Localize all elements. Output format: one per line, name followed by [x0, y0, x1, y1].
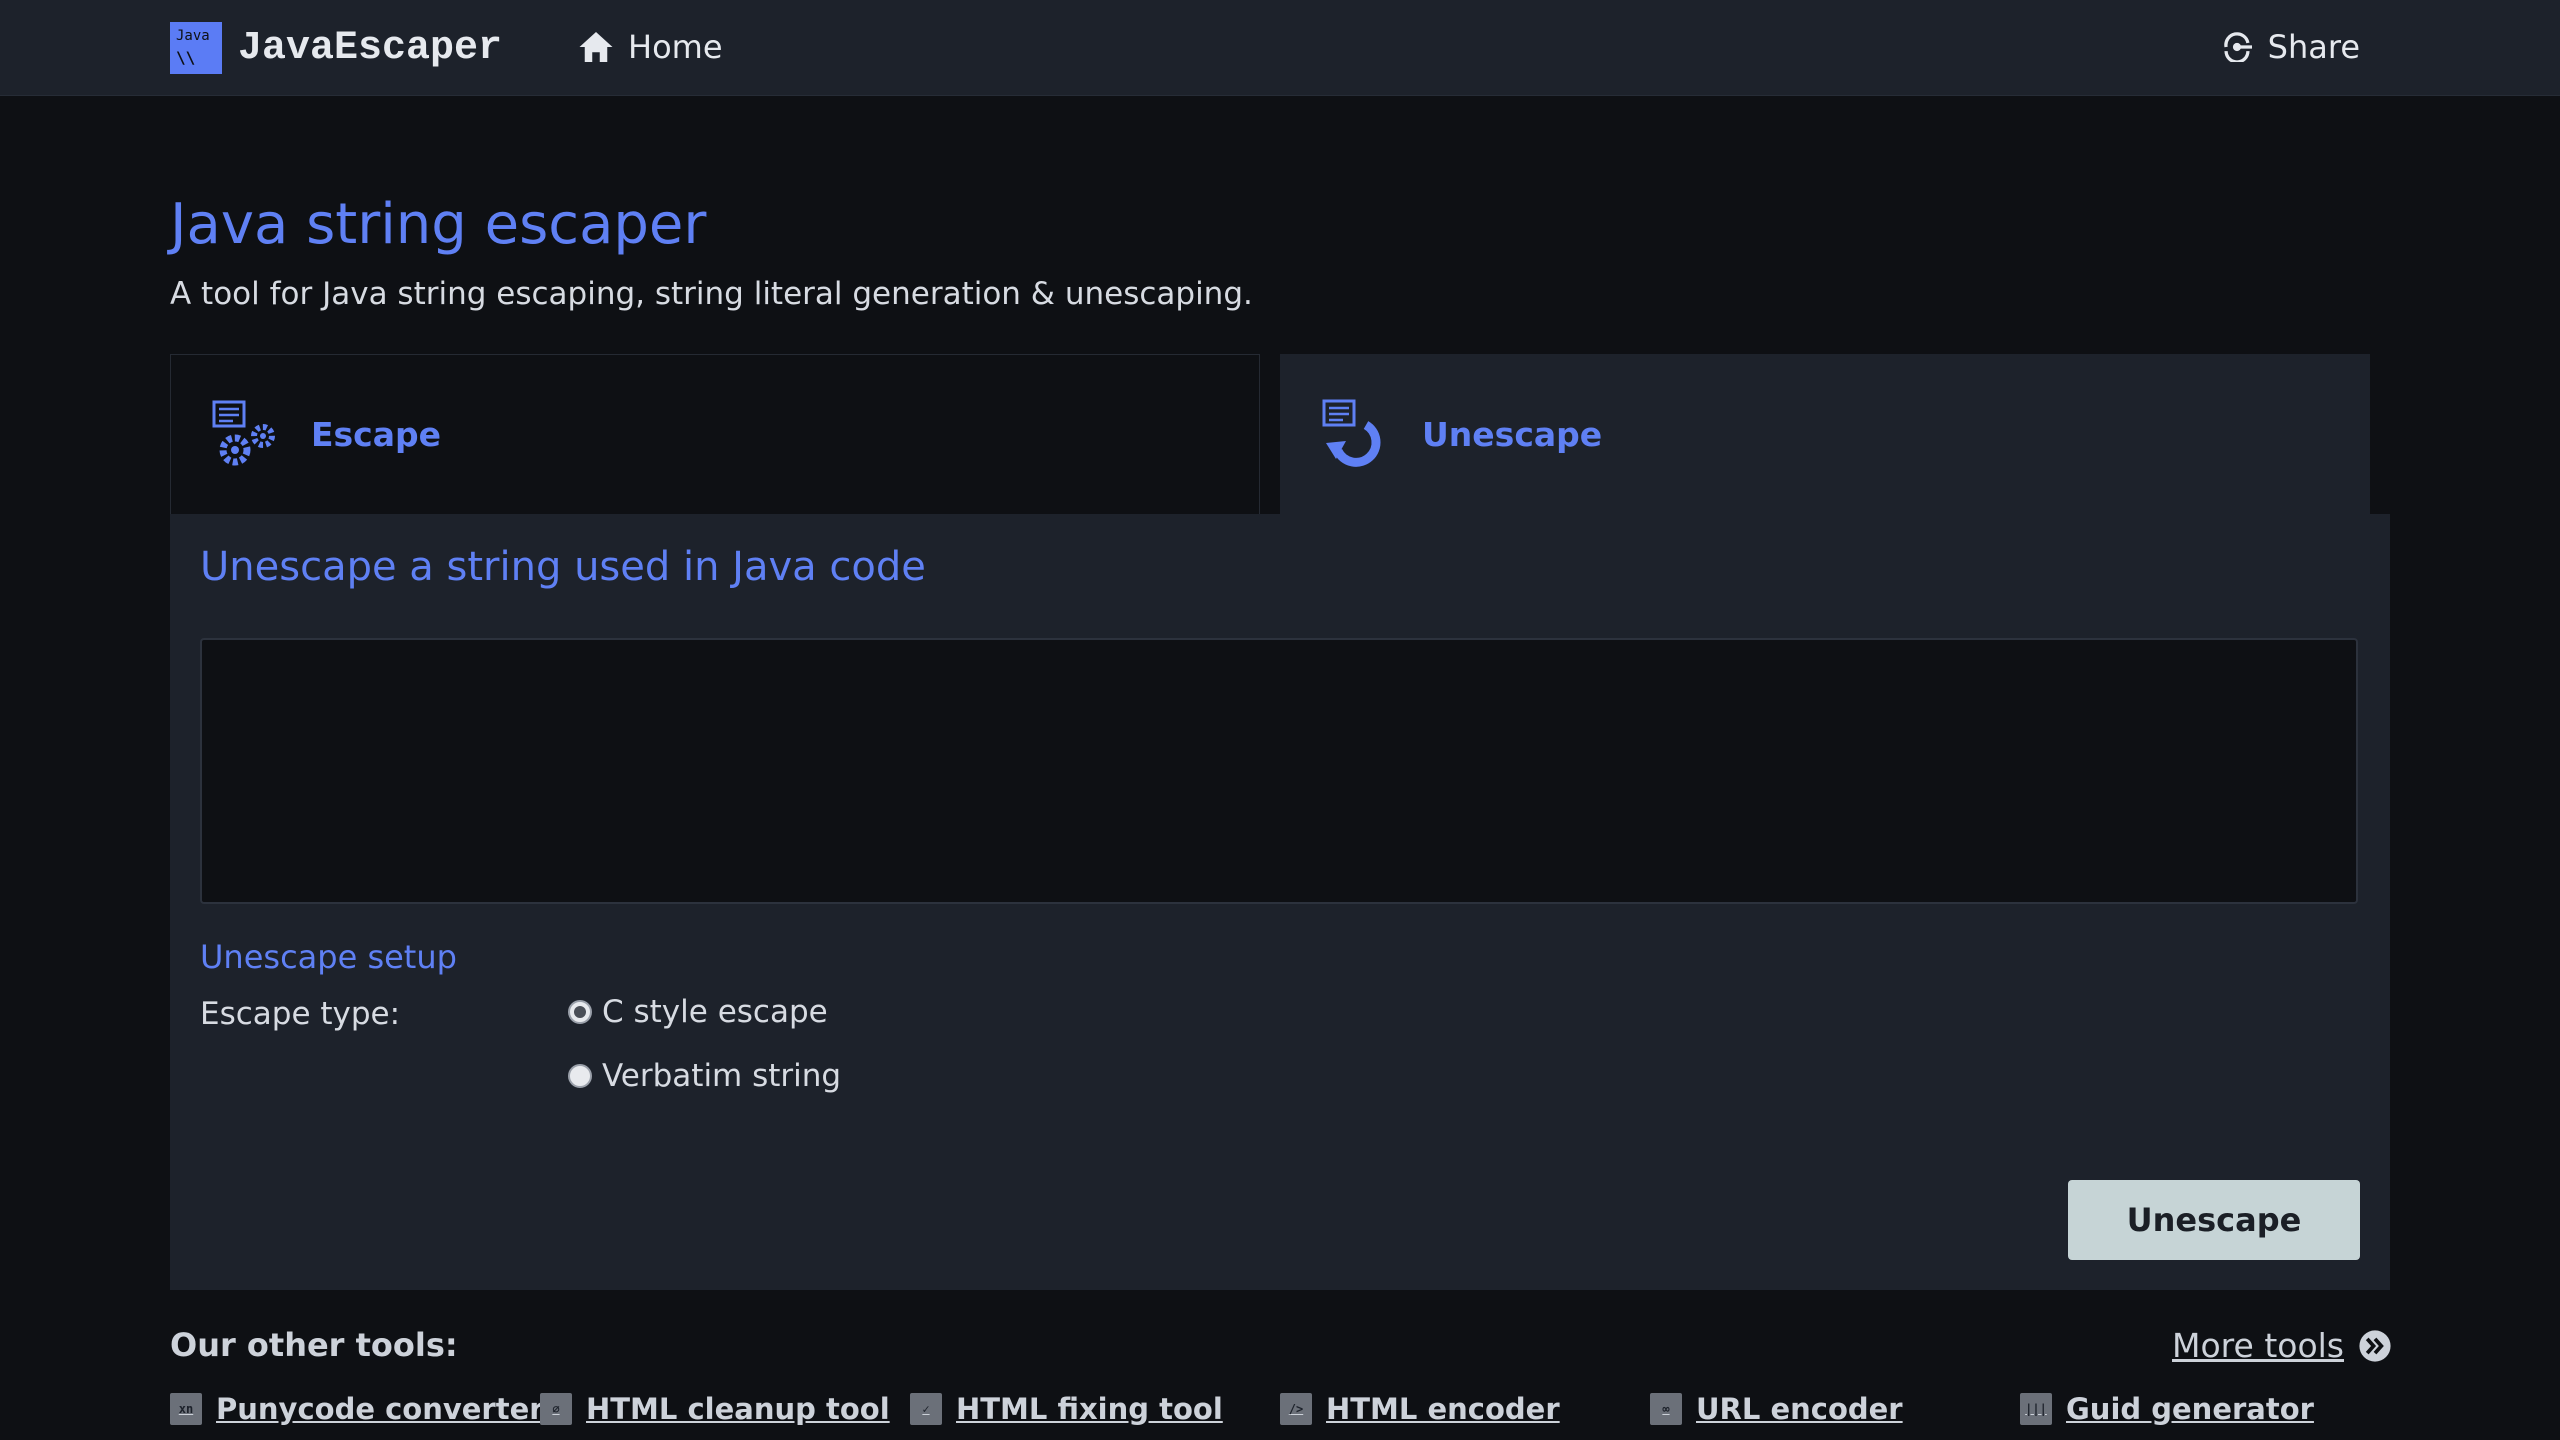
radio-verbatim-label: Verbatim string [602, 1058, 842, 1094]
brand-name: JavaEscaper [238, 25, 503, 71]
html-cleanup-icon: ⌀ [540, 1393, 572, 1425]
top-navbar: Java \\ JavaEscaper Home Share [0, 0, 2560, 96]
unescape-input[interactable] [200, 638, 2358, 904]
radio-c-style-escape[interactable]: C style escape [568, 994, 828, 1030]
page-subtitle: A tool for Java string escaping, string … [170, 276, 1253, 312]
tool-link-html-cleanup[interactable]: ⌀ HTML cleanup tool [540, 1392, 890, 1426]
java-logo-icon: Java \\ [170, 22, 222, 74]
share-label: Share [2267, 28, 2360, 66]
more-tools-label: More tools [2172, 1326, 2344, 1365]
punycode-icon: xn [170, 1393, 202, 1425]
tool-link-html-encoder[interactable]: /> HTML encoder [1280, 1392, 1560, 1426]
other-tools-title: Our other tools: [170, 1326, 458, 1364]
tab-unescape[interactable]: Unescape [1280, 354, 2370, 514]
guid-generator-icon: ||| [2020, 1393, 2052, 1425]
radio-c-style-label: C style escape [602, 994, 828, 1030]
escape-type-label: Escape type: [200, 996, 401, 1032]
tab-escape[interactable]: Escape [170, 354, 1260, 514]
share-button[interactable]: Share [2220, 28, 2360, 66]
tool-link-guid-generator[interactable]: ||| Guid generator [2020, 1392, 2314, 1426]
double-chevron-right-icon [2359, 1329, 2391, 1362]
page-title: Java string escaper [170, 192, 707, 257]
radio-button[interactable] [568, 1064, 592, 1088]
tool-link-url-encoder[interactable]: ∞ URL encoder [1650, 1392, 1903, 1426]
panel-title: Unescape a string used in Java code [200, 544, 926, 590]
tab-escape-label: Escape [311, 415, 442, 454]
nav-home-link[interactable]: Home [578, 28, 723, 66]
tab-unescape-label: Unescape [1422, 414, 1603, 454]
unescape-setup-title: Unescape setup [200, 938, 457, 976]
html-fixing-icon: ✓ [910, 1393, 942, 1425]
other-tools-list: xn Punycode converter ⌀ HTML cleanup too… [170, 1392, 2400, 1440]
tool-link-html-fixing[interactable]: ✓ HTML fixing tool [910, 1392, 1223, 1426]
more-tools-link[interactable]: More tools [2172, 1326, 2392, 1365]
home-label: Home [628, 28, 723, 66]
html-encoder-icon: /> [1280, 1393, 1312, 1425]
unescape-button[interactable]: Unescape [2068, 1180, 2360, 1260]
url-encoder-icon: ∞ [1650, 1393, 1682, 1425]
unescape-arrow-icon [1322, 399, 1381, 467]
radio-button-checked[interactable] [568, 1000, 592, 1024]
tool-link-punycode[interactable]: xn Punycode converter [170, 1392, 544, 1426]
brand-link[interactable]: Java \\ JavaEscaper [170, 22, 502, 74]
unescape-panel: Unescape a string used in Java code Unes… [170, 514, 2390, 1290]
share-icon [2223, 32, 2252, 62]
escape-gears-icon [212, 400, 275, 465]
radio-verbatim-string[interactable]: Verbatim string [568, 1058, 841, 1094]
home-icon [579, 32, 613, 62]
